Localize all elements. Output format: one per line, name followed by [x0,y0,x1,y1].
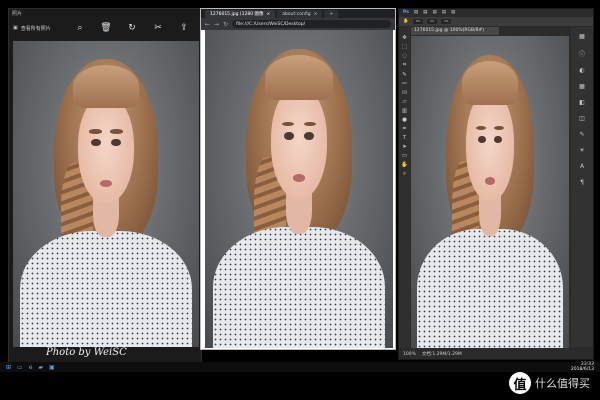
taskbar-clock[interactable]: 23:33 2018/6/13 [571,362,594,372]
zoom-icon[interactable]: ⌕ [71,21,89,35]
ps-options-bar: ✋ ▭ ▭ ▭ [399,17,593,26]
zoom-tool-icon[interactable]: ⌕ [403,171,406,178]
adjust-panel-icon[interactable]: ☀ [579,147,584,154]
menu-item[interactable]: ▤ [423,10,427,16]
brush-tool-icon[interactable]: ✏ [402,81,407,87]
stamp-tool-icon[interactable]: ⛁ [402,90,407,96]
close-icon[interactable]: × [314,12,318,17]
close-icon[interactable]: × [267,12,271,17]
paths-panel-icon[interactable]: ✎ [579,131,584,138]
paragraph-panel-icon[interactable]: ¶ [580,179,584,186]
pen-tool-icon[interactable]: ✒ [402,126,407,132]
zoom-readout[interactable]: 100% [403,352,416,357]
eyedropper-tool-icon[interactable]: ✎ [402,72,407,78]
photographer-signature: Photo by WeiSC [46,347,127,358]
color-panel-icon[interactable]: ◐ [579,67,584,74]
back-label: 查看所有照片 [20,25,51,32]
ps-logo-icon: Ps [403,10,409,15]
browser-tab-config[interactable]: about:config × [277,10,323,18]
browser-tabstrip: 1276015.jpg (1280 图像 × about:config × + [201,9,395,18]
forward-icon[interactable]: → [214,21,219,28]
watermark-badge: 值 [509,372,531,394]
rotate-icon[interactable]: ↻ [123,21,141,35]
start-icon[interactable]: ⊞ [6,364,11,371]
window-title: 照片 [12,11,23,17]
ps-right-panel: ▦ ⓘ ◐ ▦ ◧ ◫ ✎ ☀ A ¶ [571,27,593,347]
watermark-site: 什么值得买 [535,377,590,390]
edge-icon[interactable]: e [29,364,33,371]
option-chip[interactable]: ▭ [426,19,438,24]
doc-size-readout: 文档:1.29M/1.29M [421,352,462,357]
hand-tool-icon[interactable]: ✋ [403,19,409,24]
info-panel-icon[interactable]: ⓘ [579,49,585,58]
layers-panel-icon[interactable]: ◧ [579,99,585,106]
option-chip[interactable]: ▭ [441,19,452,24]
ps-document-tab[interactable]: 1276015.jpg @ 100%(RGB/8#) [411,27,499,35]
history-panel-icon[interactable]: ▦ [579,33,585,40]
swatches-panel-icon[interactable]: ▦ [579,83,585,90]
gradient-tool-icon[interactable]: ▥ [402,108,407,114]
folder-icon[interactable]: ▰ [38,364,43,371]
browser-addressbar: ← → ↻ file:///C:/Users/WeiSC/Desktop/ [201,18,395,30]
dodge-tool-icon[interactable]: ● [402,117,407,123]
watermark: 值 什么值得买 [509,372,590,394]
new-tab-button[interactable]: + [324,10,339,18]
delete-icon[interactable]: 🗑 [97,21,115,35]
taskview-icon[interactable]: ▭ [17,364,23,371]
hand-tool-icon[interactable]: ✋ [401,162,408,168]
photoshop-window: Ps ▤ ▤ ▤ ▤ ▤ ✋ ▭ ▭ ▭ 1276015.jpg @ 100%(… [398,8,594,360]
ps-statusbar: 100% 文档:1.29M/1.29M [399,349,593,359]
menu-item[interactable]: ▤ [451,10,455,16]
lasso-tool-icon[interactable]: ◌ [402,53,407,59]
browser-tab-image[interactable]: 1276015.jpg (1280 图像 × [205,10,276,18]
type-tool-icon[interactable]: T [403,135,406,141]
channels-panel-icon[interactable]: ◫ [579,115,585,122]
menu-item[interactable]: ▤ [432,10,436,16]
path-tool-icon[interactable]: ➤ [402,144,407,150]
ps-menubar: Ps ▤ ▤ ▤ ▤ ▤ [399,9,593,17]
character-panel-icon[interactable]: A [580,163,584,170]
gallery-icon: ▣ [13,25,18,31]
edit-icon[interactable]: ✂ [149,21,167,35]
photos-app-window: 照片 ▣ 查看所有照片 ⌕ 🗑 ↻ ✂ ⇪ [8,8,202,363]
portrait-photo [13,41,199,347]
move-tool-icon[interactable]: ✥ [402,35,407,41]
url-field[interactable]: file:///C:/Users/WeiSC/Desktop/ [232,20,391,28]
crop-tool-icon[interactable]: ⌗ [403,62,406,69]
portrait-photo [205,30,393,348]
ps-toolbox: ✥ ⬚ ◌ ⌗ ✎ ✏ ⛁ ▱ ▥ ● ✒ T ➤ ▭ ✋ ⌕ [399,27,410,347]
marquee-tool-icon[interactable]: ⬚ [402,44,407,50]
menu-item[interactable]: ▤ [442,10,446,16]
back-to-collection-button[interactable]: ▣ 查看所有照片 [13,25,63,32]
portrait-photo [411,36,569,348]
browser-window: 1276015.jpg (1280 图像 × about:config × + ← … [200,8,396,350]
option-chip[interactable]: ▭ [412,19,423,24]
taskbar: ⊞ ▭ e ▰ ▣ 23:33 2018/6/13 [0,362,600,372]
photos-app-icon[interactable]: ▣ [49,364,55,371]
share-icon[interactable]: ⇪ [175,21,193,35]
photos-toolbar: ▣ 查看所有照片 ⌕ 🗑 ↻ ✂ ⇪ [9,17,201,39]
back-icon[interactable]: ← [205,21,210,28]
reload-icon[interactable]: ↻ [223,21,228,28]
menu-item[interactable]: ▤ [414,10,418,16]
eraser-tool-icon[interactable]: ▱ [402,99,406,105]
shape-tool-icon[interactable]: ▭ [402,153,407,159]
